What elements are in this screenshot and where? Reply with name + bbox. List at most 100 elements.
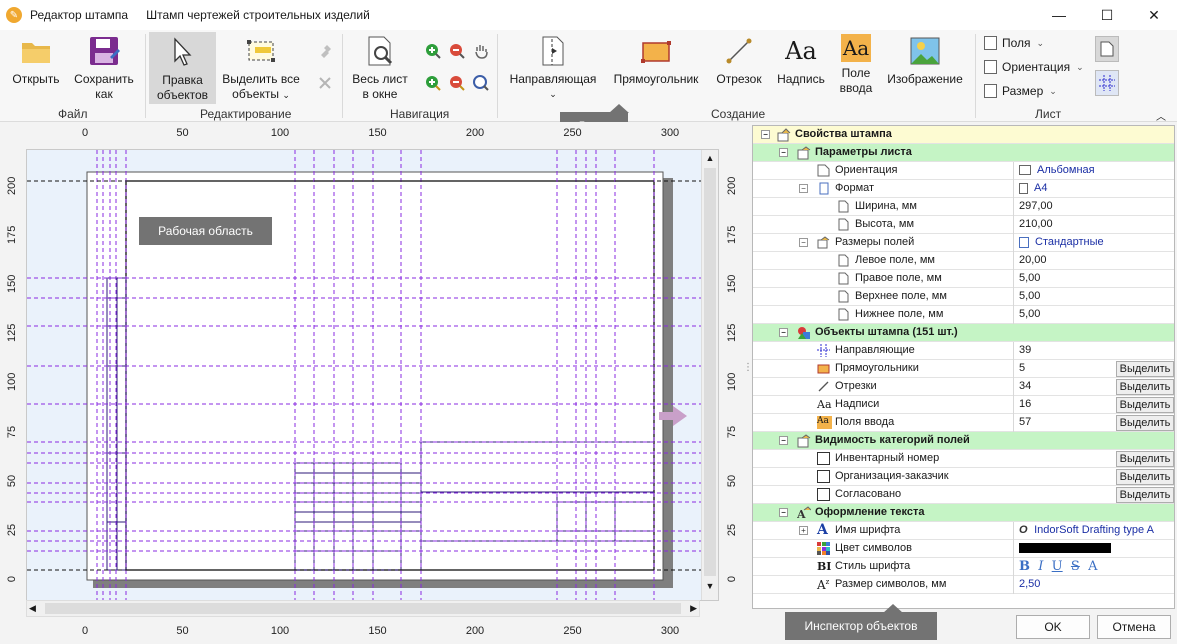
zoom-out-area-icon[interactable] xyxy=(448,74,466,92)
scroll-down-icon[interactable]: ▼ xyxy=(702,578,718,594)
vertical-scrollbar[interactable]: ▲ ▼ xyxy=(701,150,718,600)
segment-button[interactable]: Отрезок xyxy=(712,34,766,87)
prop-height[interactable]: Высота, мм 210,00 xyxy=(753,216,1174,234)
category-visibility[interactable]: − Видимость категорий полей xyxy=(753,432,1174,450)
orientation-dropdown[interactable]: Ориентация ⌄ xyxy=(984,60,1084,74)
prop-top-margin[interactable]: Верхнее поле, мм 5,00 xyxy=(753,288,1174,306)
prop-right-margin[interactable]: Правое поле, мм 5,00 xyxy=(753,270,1174,288)
collapse-icon[interactable]: − xyxy=(779,148,788,157)
bold-toggle-icon[interactable]: B xyxy=(1019,559,1030,574)
size-dropdown[interactable]: Размер ⌄ xyxy=(984,84,1057,98)
open-button[interactable]: Открыть xyxy=(8,34,64,87)
close-button[interactable]: ✕ xyxy=(1131,0,1177,30)
prop-font-name[interactable]: + A Имя шрифта O IndorSoft Drafting type… xyxy=(753,522,1174,540)
prop-char-color[interactable]: Цвет символов xyxy=(753,540,1174,558)
margins-dropdown[interactable]: Поля ⌄ xyxy=(984,36,1044,50)
collapse-icon[interactable]: − xyxy=(799,238,808,247)
delete-icon[interactable] xyxy=(316,74,334,92)
cancel-button[interactable]: Отмена xyxy=(1097,615,1171,639)
select-inputs-button[interactable]: Выделить xyxy=(1116,415,1174,431)
scroll-thumb-horizontal[interactable] xyxy=(45,603,681,614)
select-agreed-button[interactable]: Выделить xyxy=(1116,487,1174,503)
prop-orientation[interactable]: Ориентация Альбомная xyxy=(753,162,1174,180)
expand-icon[interactable]: + xyxy=(799,526,808,535)
save-as-button[interactable]: Сохранить как xyxy=(72,34,136,102)
outline-toggle-icon[interactable]: A xyxy=(1088,559,1097,574)
underline-toggle-icon[interactable]: U xyxy=(1052,559,1063,574)
zoom-in-area-icon[interactable] xyxy=(424,74,442,92)
prop-segments[interactable]: Отрезки 34 Выделить xyxy=(753,378,1174,396)
edit-objects-button[interactable]: Правка объектов xyxy=(149,32,216,104)
sheet-view-icon[interactable] xyxy=(1095,36,1119,62)
prop-agreed[interactable]: Согласовано Выделить xyxy=(753,486,1174,504)
select-customer-button[interactable]: Выделить xyxy=(1116,469,1174,485)
zoom-fit-icon[interactable] xyxy=(472,74,490,92)
whole-sheet-button[interactable]: Весь лист в окне xyxy=(349,34,411,102)
maximize-button[interactable]: ☐ xyxy=(1084,0,1130,30)
scroll-right-icon[interactable]: ▶ xyxy=(690,601,697,616)
char-size-value[interactable]: 2,50 xyxy=(1013,576,1174,594)
collapse-icon[interactable]: − xyxy=(779,508,788,517)
minimize-button[interactable]: — xyxy=(1036,0,1082,30)
select-all-button[interactable]: Выделить все объекты ⌄ xyxy=(222,34,300,103)
prop-customer[interactable]: Организация-заказчик Выделить xyxy=(753,468,1174,486)
prop-format[interactable]: − Формат А4 xyxy=(753,180,1174,198)
image-button[interactable]: Изображение xyxy=(885,34,965,87)
italic-toggle-icon[interactable]: I xyxy=(1038,559,1043,574)
strikethrough-toggle-icon[interactable]: S xyxy=(1071,559,1080,574)
pin-icon[interactable] xyxy=(316,42,334,60)
font-name-value[interactable]: O IndorSoft Drafting type A xyxy=(1013,522,1174,540)
collapse-icon[interactable]: − xyxy=(761,130,770,139)
input-field-button[interactable]: Aa Поле ввода xyxy=(834,34,878,96)
pan-hand-icon[interactable] xyxy=(472,42,490,60)
top-margin-value[interactable]: 5,00 xyxy=(1013,288,1174,306)
prop-left-margin[interactable]: Левое поле, мм 20,00 xyxy=(753,252,1174,270)
inventory-checkbox[interactable] xyxy=(817,452,830,465)
category-text-style[interactable]: − A Оформление текста xyxy=(753,504,1174,522)
drawing-canvas[interactable] xyxy=(27,150,719,601)
right-margin-value[interactable]: 5,00 xyxy=(1013,270,1174,288)
prop-inventory[interactable]: Инвентарный номер Выделить xyxy=(753,450,1174,468)
prop-char-size[interactable]: Az Размер символов, мм 2,50 xyxy=(753,576,1174,594)
margins-value[interactable]: Стандартные xyxy=(1013,234,1174,252)
prop-bottom-margin[interactable]: Нижнее поле, мм 5,00 xyxy=(753,306,1174,324)
char-color-value[interactable] xyxy=(1013,540,1174,558)
prop-inputs[interactable]: Aa Поля ввода 57 Выделить xyxy=(753,414,1174,432)
width-value[interactable]: 297,00 xyxy=(1013,198,1174,216)
select-segments-button[interactable]: Выделить xyxy=(1116,379,1174,395)
category-sheet-params[interactable]: − Параметры листа xyxy=(753,144,1174,162)
zoom-in-icon[interactable] xyxy=(424,42,442,60)
select-inventory-button[interactable]: Выделить xyxy=(1116,451,1174,467)
collapse-icon[interactable]: − xyxy=(779,436,788,445)
zoom-out-icon[interactable] xyxy=(448,42,466,60)
guide-button[interactable]: Направляющая ⌄ xyxy=(505,34,601,102)
collapse-icon[interactable]: − xyxy=(779,328,788,337)
rectangle-button[interactable]: Прямоугольник xyxy=(609,34,703,87)
category-objects[interactable]: − Объекты штампа (151 шт.) xyxy=(753,324,1174,342)
inspector-root-row[interactable]: − Свойства штампа xyxy=(753,126,1174,144)
prop-margins[interactable]: − Размеры полей Стандартные xyxy=(753,234,1174,252)
prop-guides[interactable]: Направляющие 39 xyxy=(753,342,1174,360)
agreed-checkbox[interactable] xyxy=(817,488,830,501)
label-button[interactable]: Aa Надпись xyxy=(774,34,828,87)
panel-splitter[interactable]: ⋮ xyxy=(743,125,753,609)
collapse-ribbon-icon[interactable]: ︿ xyxy=(1152,106,1170,124)
collapse-icon[interactable]: − xyxy=(799,184,808,193)
left-margin-value[interactable]: 20,00 xyxy=(1013,252,1174,270)
select-rectangles-button[interactable]: Выделить xyxy=(1116,361,1174,377)
select-labels-button[interactable]: Выделить xyxy=(1116,397,1174,413)
customer-checkbox[interactable] xyxy=(817,470,830,483)
bottom-margin-value[interactable]: 5,00 xyxy=(1013,306,1174,324)
scroll-up-icon[interactable]: ▲ xyxy=(702,150,718,166)
prop-rectangles[interactable]: Прямоугольники 5 Выделить xyxy=(753,360,1174,378)
prop-labels[interactable]: Aa Надписи 16 Выделить xyxy=(753,396,1174,414)
scroll-thumb-vertical[interactable] xyxy=(704,168,716,576)
ok-button[interactable]: OK xyxy=(1016,615,1090,639)
horizontal-scrollbar-track[interactable]: ◀ ▶ xyxy=(26,600,700,617)
prop-font-style[interactable]: BI Стиль шрифта B I U S A xyxy=(753,558,1174,576)
prop-width[interactable]: Ширина, мм 297,00 xyxy=(753,198,1174,216)
work-area[interactable]: ▲ ▼ xyxy=(26,149,719,601)
guides-toggle-icon[interactable] xyxy=(1095,70,1119,96)
orientation-value[interactable]: Альбомная xyxy=(1013,162,1174,180)
height-value[interactable]: 210,00 xyxy=(1013,216,1174,234)
